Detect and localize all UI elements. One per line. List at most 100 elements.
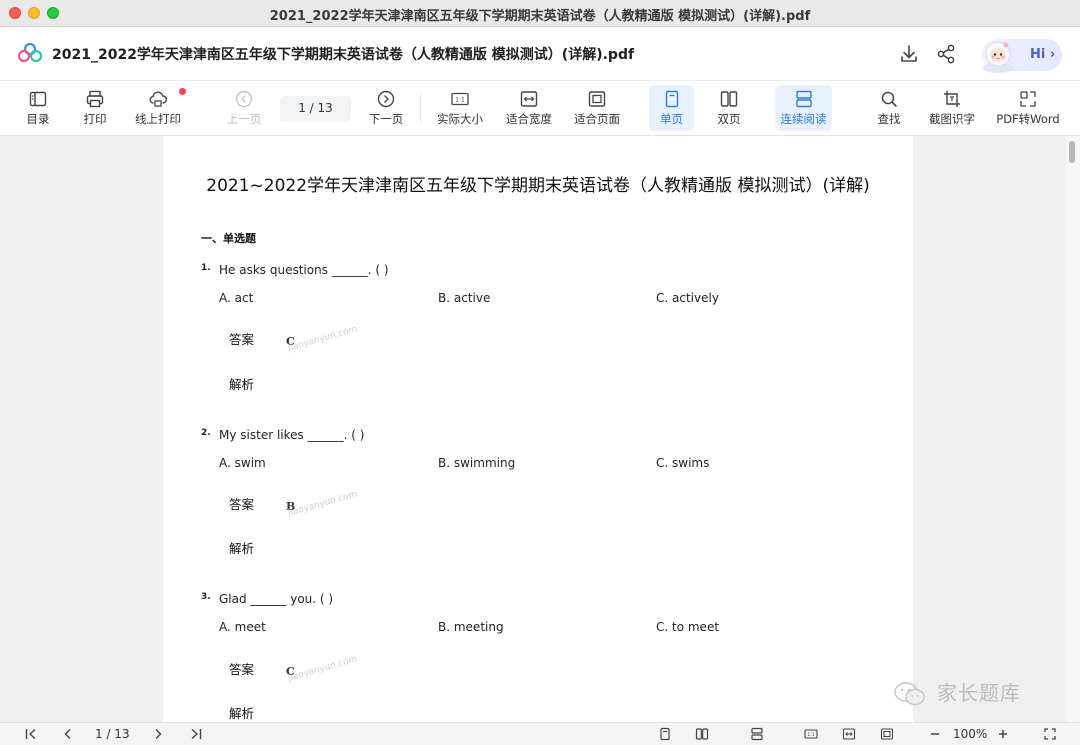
paper-title: 2021~2022学年天津津南区五年级下学期期末英语试卷（人教精通版 模拟测试）… [206,176,870,196]
single-page-button[interactable]: 单页 [649,85,694,131]
convert-icon [1020,91,1036,107]
last-page-button[interactable] [189,726,203,743]
analysis-label: 解析 [229,541,255,556]
question-number: 1. [201,263,211,273]
notification-dot [179,88,186,95]
question-text: My sister likes ______. ( ) [219,428,365,442]
chevron-left-circle-icon [235,90,253,108]
assistant-hi-button[interactable]: Hi › [982,39,1062,73]
double-page-icon [695,728,709,740]
next-page-label: 下一页 [368,112,404,126]
hi-text: Hi [1030,47,1046,62]
download-icon[interactable] [898,43,920,65]
zoom-out-button[interactable] [928,726,942,743]
option-c: C. to meet [656,620,720,634]
online-print-button[interactable]: 线上打印 [132,85,186,131]
fit-width-bottom-button[interactable] [842,726,856,743]
option-a: A. act [219,291,254,305]
ocr-button[interactable]: 截图识字 [926,85,978,131]
find-label: 查找 [877,112,901,126]
document-title: 2021_2022学年天津津南区五年级下学期期末英语试卷（人教精通版 模拟测试）… [52,47,635,63]
fit-page-button[interactable]: 适合页面 [571,85,623,131]
continuous-view-button[interactable] [750,726,764,743]
crop-text-icon [944,91,960,107]
svg-text:1:1: 1:1 [807,732,814,738]
option-c: C. swims [656,456,710,470]
fit-page-bottom-button[interactable] [880,726,894,743]
double-page-label: 双页 [717,112,741,126]
next-page-bottom-button[interactable] [151,726,165,743]
page-watermark: jiaoyanyun.com [287,324,359,354]
fit-page-label: 适合页面 [574,112,620,126]
fit-width-button[interactable]: 适合宽度 [503,85,555,131]
vertical-scrollbar[interactable] [1066,136,1080,722]
prev-page-bottom-button[interactable] [61,726,75,743]
app-header: 2021_2022学年天津津南区五年级下学期期末英语试卷（人教精通版 模拟测试）… [0,27,1080,81]
catalog-label: 目录 [26,112,50,126]
question-number: 3. [201,592,211,602]
fit-width-label: 适合宽度 [506,112,552,126]
analysis-label: 解析 [229,377,255,392]
printer-icon [86,90,104,108]
double-page-view-button[interactable] [695,726,709,743]
chevron-right-icon: › [1049,47,1056,62]
catalog-icon [29,91,47,107]
double-page-icon [720,91,738,107]
document-viewport[interactable]: 2021~2022学年天津津南区五年级下学期期末英语试卷（人教精通版 模拟测试）… [0,136,1080,722]
fit-width-icon [520,91,538,107]
zoom-level[interactable]: 100% [953,726,987,743]
option-a: A. meet [219,620,266,634]
question-text: He asks questions ______. ( ) [219,263,389,277]
svg-text:1:1: 1:1 [455,97,465,104]
page-number-input[interactable]: 1 / 13 [280,96,351,121]
actual-size-button[interactable]: 1:1 实际大小 [434,85,486,131]
fullscreen-button[interactable] [1043,726,1057,743]
continuous-label: 连续阅读 [780,112,827,126]
answer-label: 答案 [229,332,255,347]
ocr-label: 截图识字 [929,112,975,126]
window-title: 2021_2022学年天津津南区五年级下学期期末英语试卷（人教精通版 模拟测试）… [269,9,811,24]
chevron-right-circle-icon [377,90,395,108]
page-watermark: jiaoyanyun.com [287,489,359,519]
scrollbar-thumb[interactable] [1069,141,1075,163]
double-page-button[interactable]: 双页 [708,85,750,131]
toolbar: 目录 打印 线上打印 上一页 1 / 13 下一页 1:1 实际大小 适合宽度 … [0,81,1080,136]
fullscreen-icon [1044,728,1056,740]
prev-page-button[interactable]: 上一页 [224,85,264,131]
share-icon[interactable] [935,43,957,65]
fit-page-icon [588,91,606,107]
first-page-icon [25,728,36,740]
print-button[interactable]: 打印 [76,85,114,131]
first-page-button[interactable] [24,726,38,743]
option-b: B. swimming [438,456,516,470]
analysis-label: 解析 [229,706,255,721]
zoom-in-button[interactable] [996,726,1010,743]
continuous-scroll-icon [795,90,812,108]
continuous-scroll-icon [751,727,763,741]
actual-size-icon: 1:1 [804,729,818,739]
page-watermark: jiaoyanyun.com [287,654,359,684]
option-b: B. meeting [438,620,504,634]
single-page-icon [665,90,678,108]
single-page-view-button[interactable] [658,726,672,743]
chevron-right-icon [155,729,162,739]
actual-size-bottom-button[interactable]: 1:1 [804,726,818,743]
page-indicator[interactable]: 1 / 13 [95,726,130,743]
app-logo-icon [18,43,42,63]
cloud-print-icon [149,91,168,107]
minus-icon [931,733,939,735]
prev-page-label: 上一页 [226,112,262,126]
pdf-to-word-button[interactable]: PDF转Word [996,85,1060,131]
single-page-icon [660,727,670,741]
single-page-label: 单页 [660,112,683,126]
option-b: B. active [438,291,491,305]
continuous-read-button[interactable]: 连续阅读 [775,85,832,131]
assistant-avatar-icon [983,41,1013,73]
question-number: 2. [201,428,211,438]
bottom-bar: 1 / 13 1:1 100% [0,722,1080,745]
option-c: C. actively [656,291,719,305]
pdf-to-word-label: PDF转Word [996,112,1060,126]
catalog-button[interactable]: 目录 [18,85,58,131]
next-page-button[interactable]: 下一页 [366,85,406,131]
find-button[interactable]: 查找 [870,85,908,131]
